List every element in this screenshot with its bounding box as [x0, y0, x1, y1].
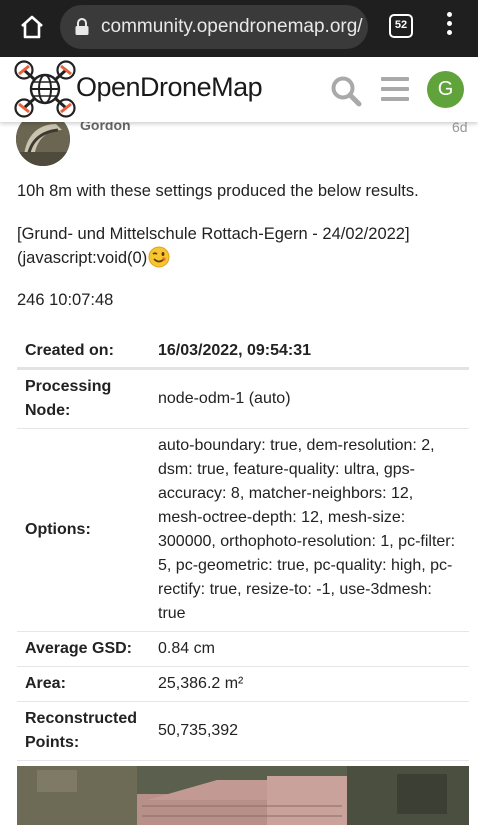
task-line: 246 10:07:48 — [17, 291, 114, 309]
table-key: Options: — [17, 428, 150, 632]
lock-icon — [74, 18, 90, 36]
table-key: Reconstructed Points: — [17, 701, 150, 761]
link-href-text: (javascript:void(0) — [17, 249, 148, 267]
orthophoto-image[interactable] — [17, 766, 469, 825]
table-row: Processing Node: node-odm-1 (auto) — [17, 368, 469, 429]
table-row-created: Created on: 16/03/2022, 09:54:31 — [17, 334, 469, 370]
url-text: community.opendronemap.org/ — [101, 16, 363, 37]
hamburger-icon[interactable] — [381, 77, 409, 101]
table-row: Average GSD: 0.84 cm — [17, 631, 469, 667]
link-text[interactable]: [Grund- und Mittelschule Rottach-Egern -… — [17, 225, 410, 243]
post-paragraph: 10h 8m with these settings produced the … — [17, 182, 419, 200]
table-row: Area: 25,386.2 m² — [17, 666, 469, 702]
table-row: Reconstructed Points: 50,735,392 — [17, 701, 469, 761]
site-header: OpenDroneMap G — [0, 57, 478, 122]
post-link[interactable]: [Grund- und Mittelschule Rottach-Egern -… — [17, 222, 410, 270]
table-key: Area: — [17, 666, 150, 702]
overflow-menu-icon[interactable] — [444, 12, 454, 42]
table-key: Created on: — [17, 334, 150, 370]
table-value: 16/03/2022, 09:54:31 — [150, 334, 469, 370]
table-value: 50,735,392 — [150, 701, 469, 761]
table-row: Options: auto-boundary: true, dem-resolu… — [17, 428, 469, 632]
task-info-table: Created on: 16/03/2022, 09:54:31 Process… — [17, 334, 469, 761]
table-value: auto-boundary: true, dem-resolution: 2, … — [150, 428, 469, 632]
wink-emoji — [148, 246, 170, 268]
opendronemap-logo[interactable] — [14, 60, 76, 118]
address-bar[interactable]: community.opendronemap.org/ — [60, 5, 368, 49]
table-key: Average GSD: — [17, 631, 150, 667]
user-avatar[interactable]: G — [427, 71, 464, 108]
table-value: node-odm-1 (auto) — [150, 368, 469, 429]
browser-toolbar: community.opendronemap.org/ 52 — [0, 0, 478, 57]
home-icon[interactable] — [18, 13, 46, 41]
table-value: 0.84 cm — [150, 631, 469, 667]
brand-name[interactable]: OpenDroneMap — [76, 72, 263, 103]
tabs-counter-icon[interactable]: 52 — [389, 14, 413, 38]
table-value: 25,386.2 m² — [150, 666, 469, 702]
search-icon[interactable] — [330, 75, 362, 107]
table-key: Processing Node: — [17, 368, 150, 429]
